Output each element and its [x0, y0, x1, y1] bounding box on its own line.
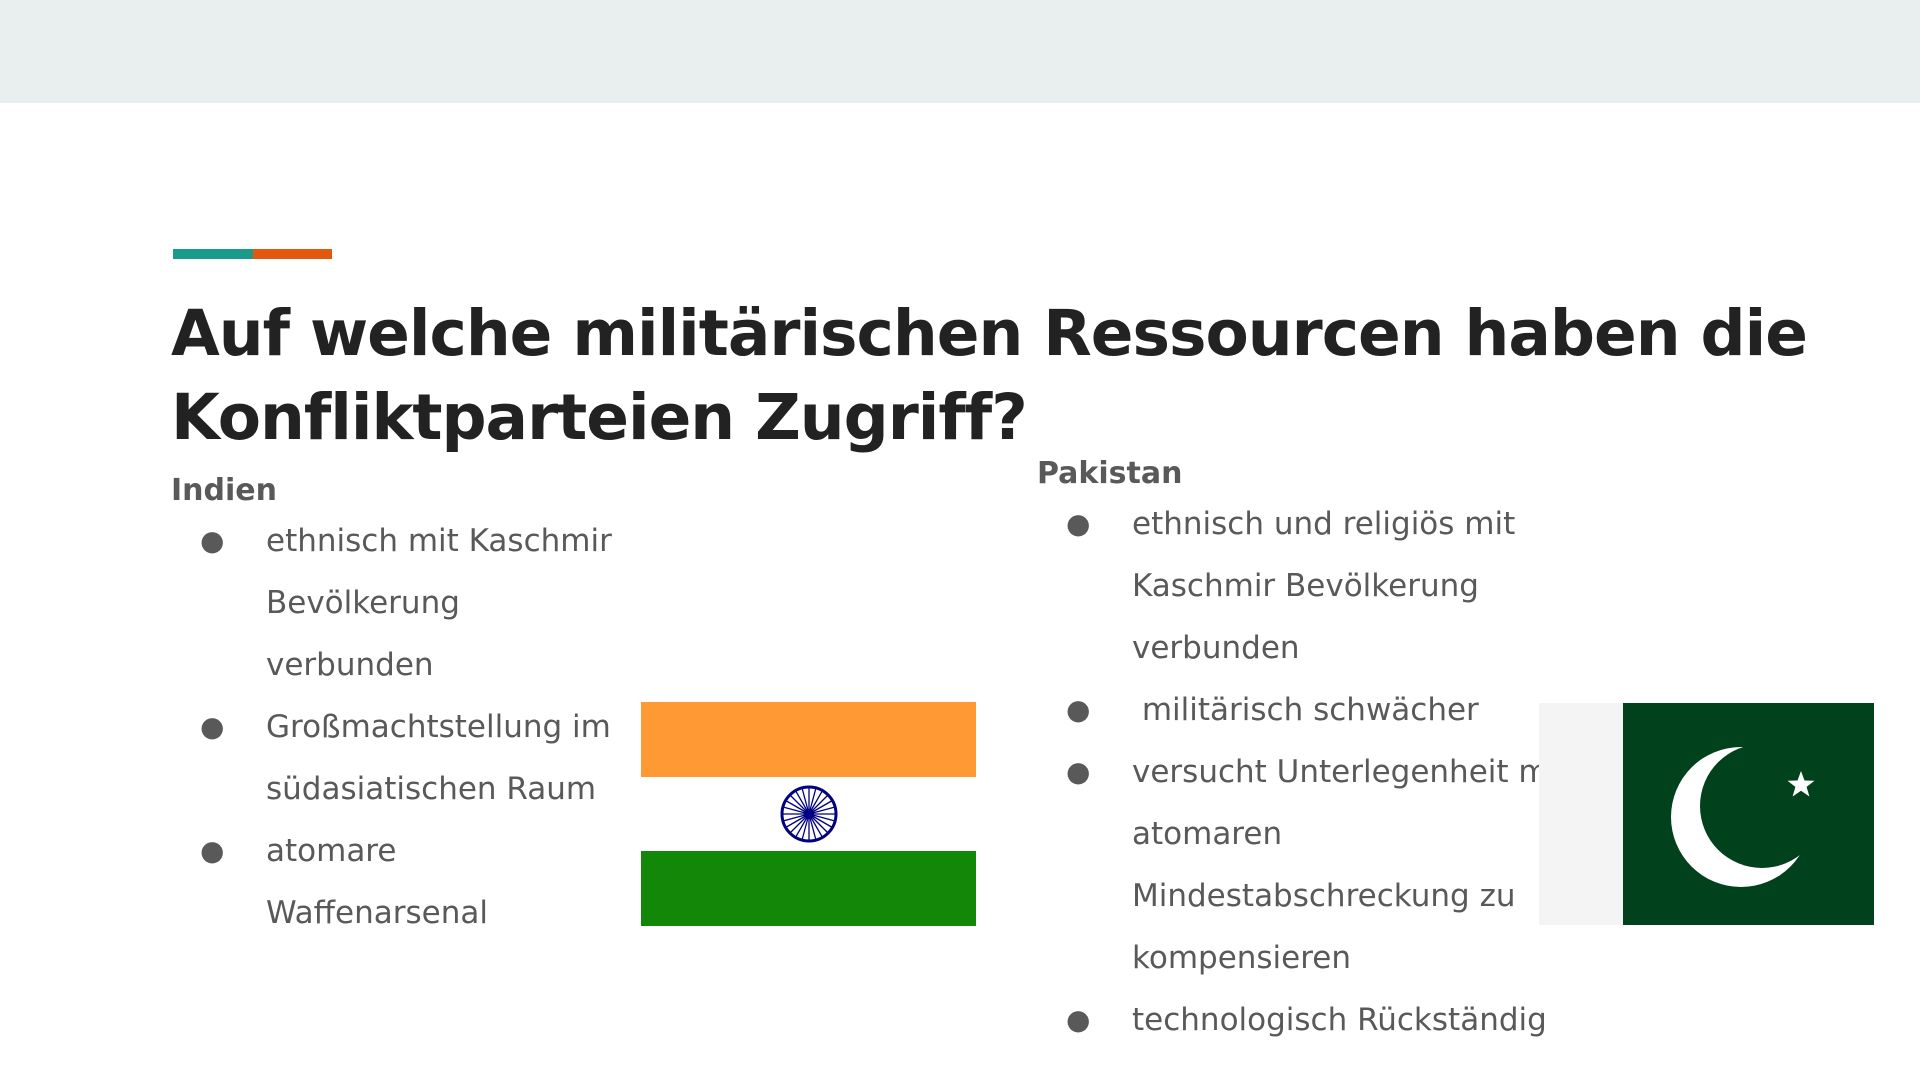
crescent-star-icon — [1671, 747, 1815, 887]
india-bullet-line: Großmachtstellung im — [266, 709, 611, 745]
pakistan-bullet-item: ● ethnisch und religiös mit Kaschmir Bevöl… — [1037, 493, 1557, 679]
pakistan-bullet-line: ethnisch und religiös mit — [1132, 506, 1516, 542]
india-bullet-line: ethnisch mit Kaschmir — [266, 523, 612, 559]
pakistan-bullet-line: Kaschmir Bevölkerung — [1132, 568, 1479, 604]
india-bullet-line: atomare — [266, 833, 397, 869]
pakistan-flag-white-band — [1539, 703, 1623, 925]
slide-top-band — [0, 0, 1920, 103]
india-bullet-list: ● ethnisch mit Kaschmir Bevölkerung verbund… — [171, 510, 651, 944]
india-bullet-item: ● ethnisch mit Kaschmir Bevölkerung verbund… — [171, 510, 651, 696]
india-bullet-item: ● atomare Waffenarsenal — [171, 820, 651, 944]
pakistan-bullet-line: Mindestabschreckung zu — [1132, 878, 1516, 914]
pakistan-bullet-line: militärisch schwächer — [1132, 692, 1479, 728]
pakistan-heading: Pakistan — [1037, 456, 1183, 491]
bullet-icon: ● — [200, 524, 225, 557]
slide-title-line-2: Konfliktparteien Zugriff? — [171, 381, 1028, 454]
bullet-icon: ● — [1066, 755, 1091, 788]
pakistan-bullet-list: ● ethnisch und religiös mit Kaschmir Bevöl… — [1037, 493, 1557, 1051]
india-bullet-line: Bevölkerung — [266, 585, 460, 621]
pakistan-bullet-item: ● versucht Unterlegenheit m atomaren Mindes… — [1037, 741, 1557, 989]
accent-orange-segment — [253, 249, 332, 259]
pakistan-bullet-line: versucht Unterlegenheit m — [1132, 754, 1549, 790]
india-heading: Indien — [171, 473, 277, 508]
pakistan-bullet-line: kompensieren — [1132, 940, 1352, 976]
india-bullet-line: Waffenarsenal — [266, 895, 488, 931]
bullet-icon: ● — [1066, 693, 1091, 726]
pakistan-flag-icon — [1539, 703, 1874, 925]
pakistan-bullet-line: verbunden — [1132, 630, 1300, 666]
ashoka-chakra-icon — [780, 785, 838, 843]
bullet-icon: ● — [200, 710, 225, 743]
title-accent-bar — [173, 249, 332, 259]
india-bullet-line: südasiatischen Raum — [266, 771, 597, 807]
india-bullet-item: ● Großmachtstellung im südasiatischen Raum — [171, 696, 651, 820]
crescent-icon — [1671, 747, 1811, 887]
india-flag-saffron-stripe — [641, 702, 976, 777]
india-flag-green-stripe — [641, 851, 976, 926]
pakistan-bullet-line: technologisch Rückständig — [1132, 1002, 1547, 1038]
accent-teal-segment — [173, 249, 253, 259]
slide-title: Auf welche militärischen Ressourcen habe… — [171, 292, 1871, 460]
india-flag-icon — [641, 702, 976, 926]
bullet-icon: ● — [1066, 1003, 1091, 1036]
pakistan-bullet-item: ● militärisch schwächer — [1037, 679, 1557, 741]
pakistan-bullet-line: atomaren — [1132, 816, 1283, 852]
pakistan-bullet-item: ● technologisch Rückständig — [1037, 989, 1557, 1051]
slide-title-line-1: Auf welche militärischen Ressourcen habe… — [171, 297, 1808, 370]
bullet-icon: ● — [1066, 507, 1091, 540]
india-bullet-line: verbunden — [266, 647, 434, 683]
bullet-icon: ● — [200, 834, 225, 867]
